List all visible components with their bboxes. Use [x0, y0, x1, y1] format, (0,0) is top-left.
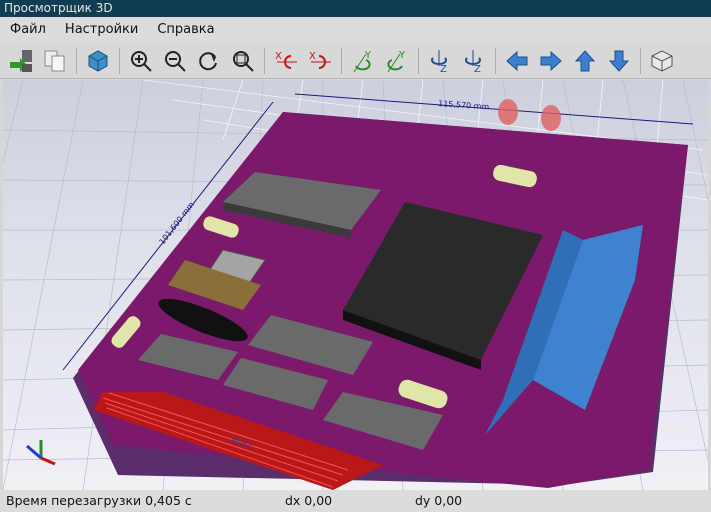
move-up-icon[interactable] — [570, 46, 600, 76]
status-dy: dy 0,00 — [415, 493, 463, 508]
window-title: Просмотрщик 3D — [0, 0, 711, 17]
toolbar-separator — [341, 47, 342, 74]
export-icon[interactable] — [6, 46, 36, 76]
rotate-x-ccw-icon[interactable]: X — [305, 46, 335, 76]
svg-text:Z: Z — [440, 64, 447, 74]
status-reload-time: Время перезагрузки 0,405 с — [6, 493, 192, 508]
ortho-view-icon[interactable] — [647, 46, 677, 76]
rotate-y-ccw-icon[interactable]: Y — [382, 46, 412, 76]
zoom-out-icon[interactable] — [160, 46, 190, 76]
svg-text:X: X — [275, 51, 282, 62]
zoom-fit-icon[interactable] — [228, 46, 258, 76]
move-left-icon[interactable] — [502, 46, 532, 76]
svg-text:Z: Z — [474, 64, 481, 74]
pcb-3d-scene[interactable]: 115,570 mm 101,600 mm BUS1 — [3, 80, 708, 490]
toolbar-separator — [76, 47, 77, 74]
rotate-z-ccw-icon[interactable]: Z — [459, 46, 489, 76]
toolbar-separator — [418, 47, 419, 74]
axis-gizmo — [26, 440, 56, 466]
status-bar: Время перезагрузки 0,405 с dx 0,00 dy 0,… — [0, 490, 711, 512]
redraw-icon[interactable] — [194, 46, 224, 76]
rotate-z-cw-icon[interactable]: Z — [425, 46, 455, 76]
3d-viewport[interactable]: 115,570 mm 101,600 mm BUS1 — [3, 80, 708, 490]
toolbar-separator — [119, 47, 120, 74]
toolbar: X X Y Y Z Z — [0, 43, 711, 79]
menu-settings[interactable]: Настройки — [55, 17, 147, 43]
menu-bar: Файл Настройки Справка — [0, 17, 711, 43]
move-right-icon[interactable] — [536, 46, 566, 76]
move-down-icon[interactable] — [604, 46, 634, 76]
menu-help[interactable]: Справка — [147, 17, 223, 43]
zoom-in-icon[interactable] — [126, 46, 156, 76]
render-icon[interactable] — [83, 46, 113, 76]
menu-file[interactable]: Файл — [0, 17, 55, 43]
toolbar-separator — [264, 47, 265, 74]
toolbar-separator — [495, 47, 496, 74]
toolbar-separator — [640, 47, 641, 74]
rotate-x-cw-icon[interactable]: X — [271, 46, 301, 76]
copy-icon[interactable] — [40, 46, 70, 76]
rotate-y-cw-icon[interactable]: Y — [348, 46, 378, 76]
led-components — [498, 99, 561, 131]
svg-text:X: X — [309, 51, 316, 62]
status-dx: dx 0,00 — [285, 493, 333, 508]
